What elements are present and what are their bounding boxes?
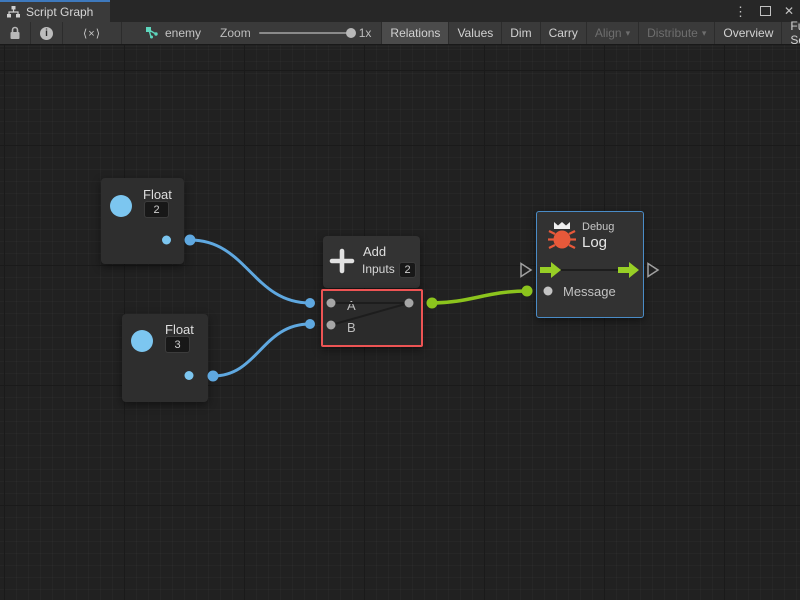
info-icon: i [40, 27, 53, 40]
zoom-value: 1x [359, 26, 372, 40]
zoom-label: Zoom [220, 26, 251, 40]
add-node-ports-error-highlight[interactable]: A B [321, 289, 423, 347]
zoom-control: Zoom 1x [210, 22, 381, 44]
distribute-dropdown[interactable]: Distribute ▾ [638, 22, 714, 44]
port-b-label: B [347, 320, 356, 335]
port-a-label: A [347, 298, 356, 313]
node-title: Float [165, 322, 194, 337]
add-node-header[interactable]: Add Inputs 2 [323, 236, 420, 288]
debug-log-node[interactable]: Debug Log Message [536, 211, 644, 318]
node-category: Debug [582, 221, 614, 233]
dim-button[interactable]: Dim [501, 22, 539, 44]
maximize-icon[interactable] [760, 6, 771, 16]
graph-toolbar: i ⟨×⟩ enemy Zoom 1x Relations Values Dim [0, 22, 800, 45]
full-screen-label: Full Screen [790, 19, 800, 47]
float-node-bottom[interactable]: Float 3 [122, 314, 208, 402]
full-screen-button[interactable]: Full Screen [781, 22, 800, 44]
window-menu-icon[interactable]: ⋮ [734, 5, 747, 18]
plus-icon [329, 248, 355, 274]
graph-name-label: enemy [165, 26, 201, 40]
values-button[interactable]: Values [448, 22, 501, 44]
node-title: Float [143, 187, 172, 202]
carry-label: Carry [549, 26, 578, 40]
align-label: Align [595, 26, 622, 40]
inputs-label: Inputs [362, 262, 395, 276]
message-port-label: Message [563, 284, 616, 299]
script-graph-window: Script Graph ⋮ ✕ i ⟨×⟩ [0, 0, 800, 600]
debug-bug-icon [545, 221, 579, 251]
relations-label: Relations [390, 26, 440, 40]
title-bar: Script Graph ⋮ ✕ [0, 0, 800, 22]
graph-breadcrumb[interactable]: enemy [136, 22, 210, 44]
script-graph-asset-icon [145, 26, 159, 40]
align-dropdown[interactable]: Align ▾ [586, 22, 638, 44]
lock-button[interactable] [0, 22, 31, 44]
inputs-count-field[interactable]: 2 [399, 262, 416, 278]
zoom-slider-track[interactable] [259, 32, 351, 34]
toolbar-buttons: Relations Values Dim Carry Align ▾ Distr… [381, 22, 800, 44]
dim-label: Dim [510, 26, 531, 40]
overview-button[interactable]: Overview [714, 22, 781, 44]
chevron-down-icon: ▾ [702, 28, 707, 39]
close-icon[interactable]: ✕ [784, 5, 794, 17]
tab-title: Script Graph [26, 5, 93, 19]
code-preview-button[interactable]: ⟨×⟩ [63, 22, 122, 44]
zoom-slider-handle[interactable] [346, 28, 356, 38]
graph-hierarchy-icon [7, 6, 20, 18]
float-value-field[interactable]: 3 [165, 336, 190, 353]
chevron-down-icon: ▾ [626, 28, 631, 39]
values-label: Values [457, 26, 493, 40]
tab-script-graph[interactable]: Script Graph [0, 0, 110, 22]
node-title: Log [582, 234, 607, 251]
float-output-port[interactable] [131, 330, 153, 352]
float-output-port[interactable] [110, 195, 132, 217]
float-value-field[interactable]: 2 [144, 201, 169, 218]
code-icon: ⟨×⟩ [83, 27, 101, 40]
distribute-label: Distribute [647, 26, 698, 40]
float-node-top[interactable]: Float 2 [101, 178, 184, 264]
info-button[interactable]: i [31, 22, 63, 44]
relations-button[interactable]: Relations [381, 22, 448, 44]
carry-button[interactable]: Carry [540, 22, 586, 44]
lock-icon [9, 26, 21, 40]
node-title: Add [363, 244, 386, 259]
overview-label: Overview [723, 26, 773, 40]
window-controls: ⋮ ✕ [734, 0, 794, 22]
